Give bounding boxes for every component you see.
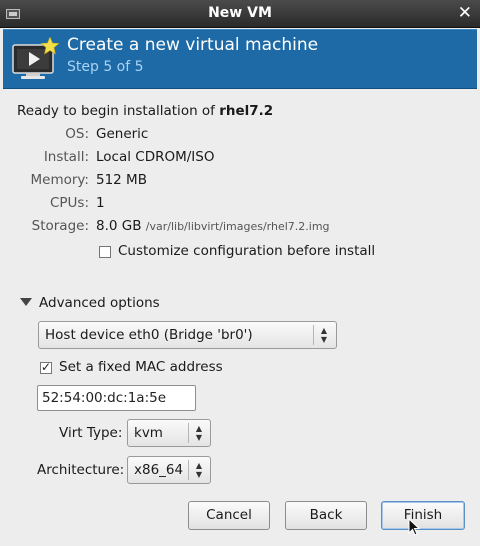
cpus-label: CPUs: (49, 195, 89, 211)
fixed-mac-label[interactable]: Set a fixed MAC address (59, 359, 223, 375)
cpus-value: 1 (96, 195, 105, 211)
ready-message: Ready to begin installation of rhel7.2 (17, 103, 273, 119)
vm-name: rhel7.2 (219, 103, 274, 119)
install-value: Local CDROM/ISO (96, 149, 215, 165)
virtual-machine-icon (12, 37, 60, 79)
network-select-value: Host device eth0 (Bridge 'br0') (45, 327, 253, 343)
virt-type-select[interactable]: kvm ▲ ▼ (127, 419, 211, 447)
spin-arrows-icon: ▲ ▼ (195, 461, 203, 479)
advanced-options-expander[interactable]: Advanced options (39, 295, 160, 311)
virt-type-value: kvm (134, 425, 163, 441)
fixed-mac-checkbox[interactable] (40, 360, 52, 374)
title-bar: New VM ✕ (0, 0, 480, 28)
storage-size: 8.0 GB (96, 218, 142, 234)
wizard-heading: Create a new virtual machine (67, 35, 319, 55)
os-label: OS: (65, 126, 89, 142)
architecture-select[interactable]: x86_64 ▲ ▼ (127, 456, 211, 484)
mac-address-field[interactable] (37, 385, 196, 411)
architecture-label: Architecture: (37, 462, 125, 478)
cancel-button[interactable]: Cancel (188, 501, 270, 530)
storage-path: /var/lib/libvirt/images/rhel7.2.img (145, 220, 330, 233)
spin-arrows-icon: ▲ ▼ (195, 424, 203, 442)
expander-arrow-icon[interactable] (20, 298, 32, 306)
customize-checkbox[interactable] (99, 246, 111, 258)
network-select[interactable]: Host device eth0 (Bridge 'br0') ▲ ▼ (38, 321, 337, 349)
install-label: Install: (43, 149, 89, 165)
storage-value: 8.0 GB /var/lib/libvirt/images/rhel7.2.i… (96, 218, 330, 234)
mouse-cursor-icon (408, 518, 420, 536)
storage-label: Storage: (31, 218, 89, 234)
window-title: New VM (208, 5, 272, 21)
customize-label[interactable]: Customize configuration before install (118, 243, 375, 259)
back-button[interactable]: Back (285, 501, 367, 530)
memory-value: 512 MB (96, 172, 147, 188)
architecture-value: x86_64 (134, 462, 184, 478)
close-icon[interactable]: ✕ (458, 3, 472, 23)
spin-arrows-icon: ▲ ▼ (320, 326, 328, 344)
virt-type-label: Virt Type: (59, 425, 123, 441)
os-value: Generic (96, 126, 149, 142)
memory-label: Memory: (30, 172, 89, 188)
ready-prefix: Ready to begin installation of (17, 103, 220, 119)
mac-address-input[interactable] (42, 390, 192, 406)
wizard-banner: Create a new virtual machine Step 5 of 5 (3, 29, 477, 89)
wizard-step: Step 5 of 5 (67, 59, 144, 75)
finish-button[interactable]: Finish (381, 501, 465, 530)
